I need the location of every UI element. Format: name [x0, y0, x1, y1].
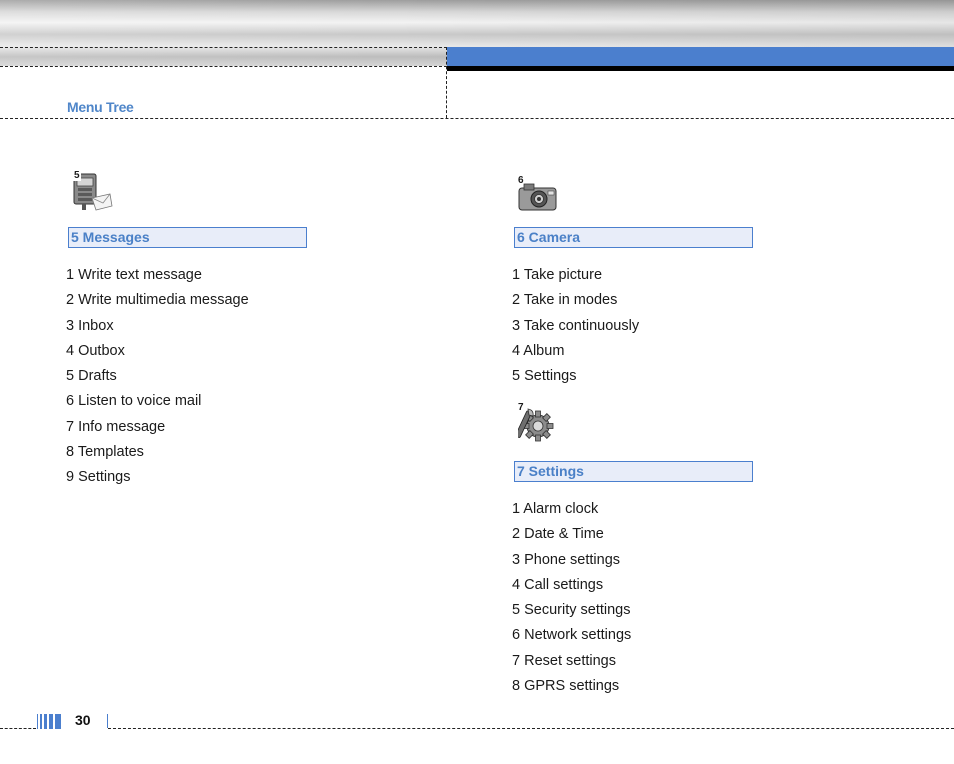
camera-menu-list: 1 Take picture 2 Take in modes 3 Take co… — [512, 266, 639, 392]
second-dashed-line — [0, 66, 447, 67]
list-item: 8 Templates — [66, 444, 144, 461]
list-item: 6 Listen to voice mail — [66, 393, 202, 410]
messages-header: 5 Messages — [68, 227, 307, 248]
list-item: 4 Outbox — [66, 342, 125, 359]
header-vertical-divider — [446, 47, 447, 118]
page-number: 30 — [75, 712, 91, 728]
settings-icon-number: 7 — [518, 402, 524, 413]
list-item: 7 Reset settings — [512, 652, 616, 669]
list-item: 5 Drafts — [66, 368, 117, 385]
list-item: 8 GPRS settings — [512, 678, 620, 695]
footer-dashed-line-left — [0, 728, 36, 729]
list-item: 5 Settings — [512, 368, 577, 385]
list-item: 2 Date & Time — [512, 526, 604, 543]
header-divider — [0, 118, 954, 119]
header-rule — [447, 66, 954, 71]
page-number-divider — [107, 714, 108, 728]
camera-icon — [518, 182, 558, 217]
list-item: 3 Take continuously — [512, 317, 640, 334]
page-section-title: Menu Tree — [67, 99, 134, 115]
list-item: 2 Write multimedia message — [66, 292, 249, 309]
list-item: 2 Take in modes — [512, 292, 618, 309]
list-item: 3 Inbox — [66, 317, 114, 334]
footer-bars-icon — [37, 714, 63, 735]
header-accent-bar — [447, 47, 954, 66]
list-item: 9 Settings — [66, 469, 131, 486]
list-item: 6 Network settings — [512, 627, 632, 644]
messages-menu-list: 1 Write text message 2 Write multimedia … — [66, 266, 249, 494]
list-item: 7 Info message — [66, 418, 166, 435]
list-item: 3 Phone settings — [512, 551, 621, 568]
settings-header: 7 Settings — [514, 461, 753, 482]
settings-gear-icon — [515, 407, 556, 448]
footer-dashed-line-right — [108, 728, 954, 729]
list-item: 5 Security settings — [512, 602, 631, 619]
list-item: 1 Take picture — [512, 267, 603, 283]
list-item: 1 Write text message — [66, 267, 202, 283]
settings-menu-list: 1 Alarm clock 2 Date & Time 3 Phone sett… — [512, 500, 631, 702]
camera-header: 6 Camera — [514, 227, 753, 248]
top-dashed-line — [0, 47, 447, 48]
list-item: 1 Alarm clock — [512, 501, 599, 517]
messages-icon-number: 5 — [73, 170, 81, 181]
list-item: 4 Album — [512, 342, 565, 359]
camera-icon-number: 6 — [518, 175, 524, 186]
list-item: 4 Call settings — [512, 576, 604, 593]
